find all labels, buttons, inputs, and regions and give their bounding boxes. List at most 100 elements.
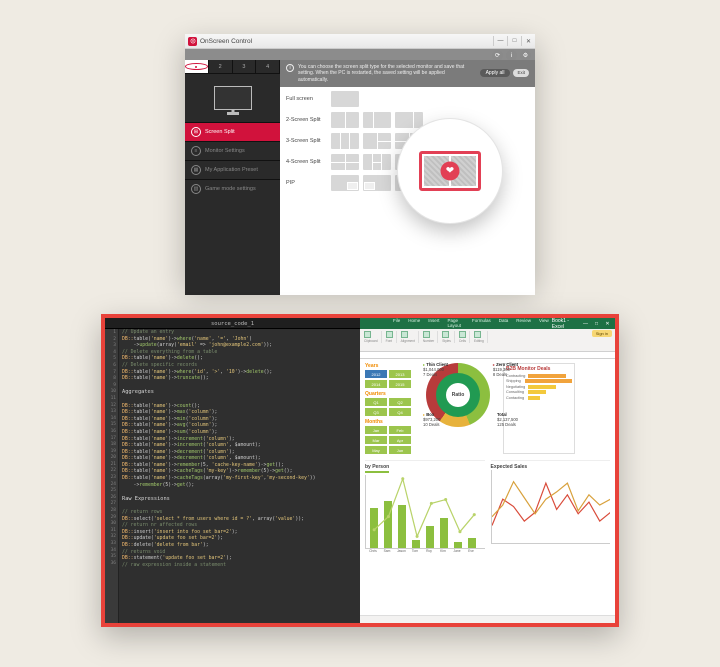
ribbon-group-number[interactable]: Number <box>423 331 438 343</box>
slicer-chip[interactable]: 2012 <box>365 370 387 378</box>
ribbon-group-font[interactable]: Font <box>386 331 397 343</box>
slicer-chip[interactable]: Jan <box>365 426 387 434</box>
close-button[interactable]: ✕ <box>603 320 612 327</box>
line-gutter: 1234567891011121314151617181920212223242… <box>105 329 119 623</box>
code-area[interactable]: // Update an entry DB::table('name')->wh… <box>119 329 360 623</box>
row-label: 3-Screen Split <box>286 138 326 144</box>
apps-icon: ▦ <box>191 165 201 175</box>
slicer-chip[interactable]: Q3 <box>365 408 387 416</box>
slicer-chip[interactable]: May <box>365 446 387 454</box>
layout-option-pip2[interactable] <box>363 175 391 191</box>
nav-label: Game mode settings <box>205 186 256 192</box>
layout-option-2b[interactable] <box>363 112 391 128</box>
monitor-tab-1[interactable] <box>185 60 209 73</box>
monitor-icon <box>214 86 252 110</box>
info-text: You can choose the screen split type for… <box>298 64 472 83</box>
toolbar: ⟳ i ⚙ <box>185 49 535 60</box>
slicer-chip[interactable]: Mar <box>365 436 387 444</box>
layout-option-pip1[interactable] <box>331 175 359 191</box>
hbar-row: Shipping <box>506 379 572 383</box>
slicer-title: Months <box>365 419 413 425</box>
slicer-chip[interactable]: Feb <box>389 426 411 434</box>
layout-option-full[interactable] <box>331 91 359 107</box>
row-label: Full screen <box>286 96 326 102</box>
nav-label: Monitor Settings <box>205 148 245 154</box>
maximize-button[interactable]: □ <box>507 36 521 46</box>
row-label: PIP <box>286 180 326 186</box>
apply-all-button[interactable]: Apply all <box>480 69 511 77</box>
zoom-lens: ❤ <box>398 119 502 223</box>
monitor-tab-3[interactable]: 3 <box>233 60 257 73</box>
ribbon-group-alignment[interactable]: Alignment <box>401 331 419 343</box>
maximize-button[interactable]: □ <box>592 320 601 327</box>
zoom-layout-2split: ❤ <box>419 151 481 191</box>
ribbon-group-cells[interactable]: Cells <box>459 331 470 343</box>
eye-icon <box>185 63 208 70</box>
nav-monitor-settings[interactable]: ≡Monitor Settings <box>185 141 280 160</box>
chart-title: by Person <box>365 464 389 473</box>
minimize-button[interactable]: — <box>493 36 507 46</box>
slicer-months: MonthsJanFebMarAprMayJun <box>365 419 413 454</box>
workbook-title: Book1 - Excel <box>552 318 581 330</box>
slicer-chip[interactable]: Q4 <box>389 408 411 416</box>
slicer-chip[interactable]: Apr <box>389 436 411 444</box>
window-title: OnScreen Control <box>200 38 252 45</box>
app-icon <box>188 37 197 46</box>
sidebar: 2 3 4 ⊞ Screen Split ≡Monitor Settings ▦ M… <box>185 60 280 295</box>
slicer-chip[interactable]: 2014 <box>365 380 387 388</box>
row-label: 2-Screen Split <box>286 117 326 123</box>
layout-option-4a[interactable] <box>331 154 359 170</box>
donut-chart: Ratio ▸ Thin Client$1,044,0007 Deals ▸ Z… <box>419 363 497 454</box>
monitor-tab-4[interactable]: 4 <box>256 60 280 73</box>
monitor-tabs: 2 3 4 <box>185 60 280 74</box>
slicer-chip[interactable]: 2015 <box>389 380 411 388</box>
sign-in-pill[interactable]: Sign in <box>592 330 612 337</box>
exit-button[interactable]: Exit <box>513 69 529 77</box>
heart-icon: ❤ <box>441 161 460 180</box>
expected-sales-chart: Expected Sales <box>491 460 611 553</box>
nav-app-preset[interactable]: ▦ My Application Preset <box>185 160 280 179</box>
main-panel: i You can choose the screen split type f… <box>280 60 535 295</box>
nav: ⊞ Screen Split ≡Monitor Settings ▦ My Appl… <box>185 122 280 198</box>
layout-option-2c[interactable] <box>395 112 423 128</box>
excel-titlebar[interactable]: FileHomeInsertPage LayoutFormulasDataRev… <box>360 318 615 329</box>
close-button[interactable]: ✕ <box>521 36 535 46</box>
donut-center: Ratio <box>446 383 470 407</box>
slicer-chip[interactable]: Q1 <box>365 398 387 406</box>
layout-option-3a[interactable] <box>331 133 359 149</box>
hbar-row: Negotiating <box>506 385 572 389</box>
ribbon-group-styles[interactable]: Styles <box>442 331 455 343</box>
slicer-chip[interactable]: 2013 <box>389 370 411 378</box>
slicer-title: Quarters <box>365 391 413 397</box>
monitor-tab-2[interactable]: 2 <box>209 60 233 73</box>
slicer-chip[interactable]: Q2 <box>389 398 411 406</box>
nav-label: My Application Preset <box>205 167 258 173</box>
slicer-chip[interactable]: Jun <box>389 446 411 454</box>
hbar-row: Consulting <box>506 390 572 394</box>
nav-screen-split[interactable]: ⊞ Screen Split <box>185 122 280 141</box>
info-circle-icon: i <box>286 64 294 72</box>
layout-option-2a[interactable] <box>331 112 359 128</box>
titlebar[interactable]: OnScreen Control — □ ✕ <box>185 34 535 49</box>
code-editor-pane: source_code_1 12345678910111213141516171… <box>105 318 360 623</box>
split-preview-frame: source_code_1 12345678910111213141516171… <box>101 314 619 627</box>
hbar-row: Contacting <box>506 396 572 400</box>
ribbon-group-editing[interactable]: Editing <box>474 331 488 343</box>
slicer-years: Years2012201320142015 <box>365 363 413 388</box>
gamepad-icon: ▧ <box>191 184 201 194</box>
layout-option-3b[interactable] <box>363 133 391 149</box>
minimize-button[interactable]: — <box>581 320 590 327</box>
layout-option-4b[interactable] <box>363 154 391 170</box>
ribbon-group-clipboard[interactable]: Clipboard <box>364 331 382 343</box>
nav-game-mode[interactable]: ▧ Game mode settings <box>185 179 280 198</box>
by-person-chart: by Person ChrisSamJasonTomRoyKimJaneEve <box>365 460 485 553</box>
formula-bar[interactable] <box>360 352 615 359</box>
grid-icon: ⊞ <box>191 127 201 137</box>
ribbon: Clipboard Font Alignment Number Styles Cells E… <box>360 329 615 352</box>
layouts: Full screen 2-Screen Split 3-Screen Spli… <box>280 87 535 202</box>
info-banner: i You can choose the screen split type f… <box>280 60 535 87</box>
nav-label: Screen Split <box>205 129 235 135</box>
slicer-title: Years <box>365 363 413 369</box>
slicer-quarters: QuartersQ1Q2Q3Q4 <box>365 391 413 416</box>
editor-tab[interactable]: source_code_1 <box>105 318 360 329</box>
